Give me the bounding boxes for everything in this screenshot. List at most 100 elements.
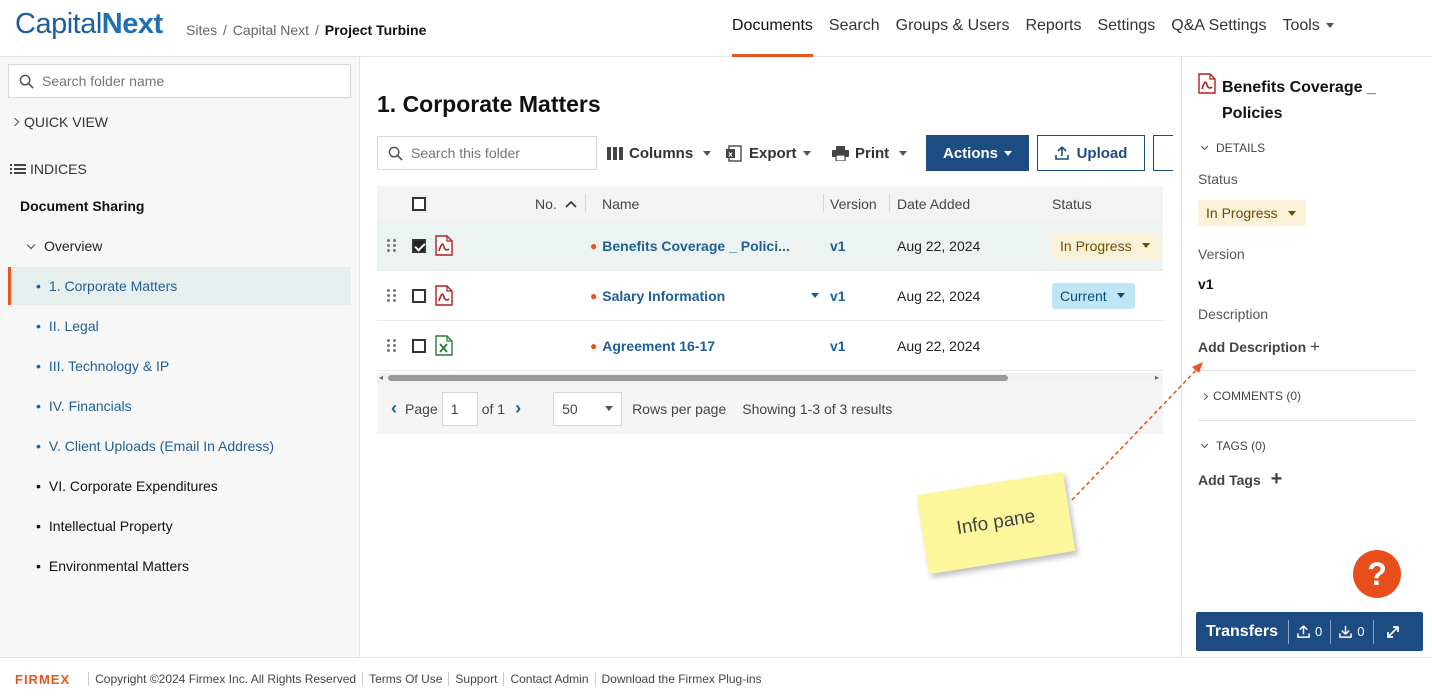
folder-overview[interactable]: Overview — [26, 238, 102, 254]
actions-button[interactable]: Actions — [926, 135, 1029, 171]
nav-search[interactable]: Search — [829, 17, 880, 57]
status-label: Status — [1198, 171, 1238, 187]
info-status-dropdown[interactable]: In Progress — [1198, 200, 1306, 226]
row-checkbox[interactable] — [412, 238, 426, 253]
pdf-file-icon — [1198, 73, 1216, 94]
folder-item-legal[interactable]: • II. Legal — [8, 307, 351, 345]
transfers-label: Transfers — [1206, 622, 1279, 640]
download-plugins-link[interactable]: Download the Firmex Plug-ins — [594, 672, 768, 686]
horizontal-scrollbar[interactable]: ◂ ▸ — [377, 373, 1163, 383]
quick-view-toggle[interactable]: QUICK VIEW — [10, 114, 108, 130]
row-checkbox-cell[interactable] — [412, 221, 426, 270]
transfers-bar[interactable]: Transfers 0 0 — [1196, 612, 1423, 651]
add-tags-button[interactable]: Add Tags + — [1198, 468, 1282, 491]
folder-item-corporate-expenditures[interactable]: • VI. Corporate Expenditures — [8, 467, 351, 505]
indices-toggle[interactable]: INDICES — [10, 161, 87, 177]
col-name[interactable]: Name — [602, 186, 639, 221]
folder-item-technology-ip[interactable]: • III. Technology & IP — [8, 347, 351, 385]
export-button[interactable]: x Export — [726, 145, 811, 162]
nav-groups-users[interactable]: Groups & Users — [896, 17, 1010, 57]
table-row[interactable]: ● Agreement 16-17 v1 Aug 22, 2024 — [377, 321, 1163, 371]
version-link[interactable]: v1 — [830, 271, 846, 320]
columns-button[interactable]: Columns — [607, 145, 712, 162]
chevron-down-icon — [802, 151, 811, 156]
rows-per-page-select[interactable]: 50 — [553, 391, 623, 426]
chevron-down-icon — [1004, 150, 1012, 156]
add-description-button[interactable]: Add Description + — [1198, 337, 1320, 357]
doc-name-link[interactable]: ● Agreement 16-17 — [590, 321, 715, 370]
col-status[interactable]: Status — [1052, 186, 1092, 221]
prev-page-icon[interactable]: ‹ — [391, 398, 397, 419]
nav-tools[interactable]: Tools — [1282, 17, 1334, 57]
folder-item-environmental-matters[interactable]: • Environmental Matters — [8, 547, 351, 585]
terms-link[interactable]: Terms Of Use — [362, 672, 448, 686]
nav-settings[interactable]: Settings — [1097, 17, 1155, 57]
section-document-sharing: Document Sharing — [20, 198, 145, 214]
scrollbar-thumb[interactable] — [388, 375, 1008, 381]
row-menu-caret[interactable] — [805, 271, 819, 320]
nav-documents[interactable]: Documents — [732, 17, 813, 57]
select-all-checkbox[interactable] — [412, 196, 426, 211]
nav-reports[interactable]: Reports — [1025, 17, 1081, 57]
version-link[interactable]: v1 — [830, 221, 846, 270]
folder-item-corporate-matters[interactable]: • 1. Corporate Matters — [8, 267, 351, 305]
scroll-right-arrow-icon[interactable]: ▸ — [1155, 373, 1159, 382]
tags-toggle[interactable]: TAGS (0) — [1200, 439, 1266, 453]
comments-toggle[interactable]: COMMENTS (0) — [1200, 389, 1301, 403]
page-number-input[interactable]: 1 — [441, 391, 478, 426]
row-checkbox[interactable] — [412, 338, 426, 353]
next-page-icon[interactable]: › — [515, 398, 521, 419]
more-toolbar-button[interactable] — [1153, 135, 1173, 171]
status-cell[interactable]: Current — [1052, 271, 1135, 320]
folder-item-intellectual-property[interactable]: • Intellectual Property — [8, 507, 351, 545]
nav-qa-settings[interactable]: Q&A Settings — [1171, 17, 1266, 57]
table-row[interactable]: ● Benefits Coverage _ Polici... v1 Aug 22… — [377, 221, 1163, 271]
select-all-checkbox-cell[interactable] — [412, 186, 426, 221]
breadcrumb-capital-next[interactable]: Capital Next — [233, 22, 309, 38]
download-count[interactable]: 0 — [1331, 624, 1372, 639]
print-button[interactable]: Print — [832, 145, 908, 162]
col-no[interactable]: No. — [535, 186, 577, 221]
pdf-file-icon — [435, 271, 453, 320]
doc-name-link[interactable]: ● Salary Information — [590, 271, 725, 320]
app-logo[interactable]: CapitalNext — [15, 8, 163, 41]
version-link[interactable]: v1 — [830, 321, 846, 370]
table-row[interactable]: ● Salary Information v1 Aug 22, 2024 Curr… — [377, 271, 1163, 321]
drag-handle[interactable] — [387, 321, 397, 370]
expand-transfers[interactable] — [1374, 625, 1408, 639]
date-added: Aug 22, 2024 — [897, 287, 981, 304]
upload-count[interactable]: 0 — [1289, 624, 1330, 639]
breadcrumb-current: Project Turbine — [324, 22, 427, 38]
col-date-added[interactable]: Date Added — [897, 186, 970, 221]
folder-content-search[interactable] — [377, 136, 597, 170]
drag-handle[interactable] — [387, 271, 397, 320]
doc-name-link[interactable]: ● Benefits Coverage _ Polici... — [590, 221, 790, 270]
help-button[interactable]: ? — [1353, 550, 1401, 598]
folder-item-financials[interactable]: • IV. Financials — [8, 387, 351, 425]
support-link[interactable]: Support — [448, 672, 503, 686]
chevron-down-icon — [1200, 142, 1209, 151]
status-dropdown[interactable]: In Progress — [1052, 232, 1160, 259]
folder-search-input[interactable] — [42, 73, 332, 89]
chevron-down-icon — [703, 151, 712, 156]
version-label: Version — [1198, 246, 1245, 262]
folder-search-box[interactable] — [8, 64, 351, 98]
status-dropdown[interactable]: Current — [1052, 282, 1135, 309]
info-pane-title: Benefits Coverage _ Policies — [1222, 79, 1376, 122]
plus-icon: + — [1310, 337, 1320, 356]
excel-file-icon — [435, 321, 453, 370]
upload-icon — [1054, 146, 1069, 160]
breadcrumb-sites[interactable]: Sites — [186, 22, 217, 38]
status-cell[interactable]: In Progress — [1052, 221, 1160, 270]
col-version[interactable]: Version — [830, 186, 877, 221]
row-checkbox-cell[interactable] — [412, 321, 426, 370]
details-toggle[interactable]: DETAILS — [1200, 141, 1265, 155]
drag-handle[interactable] — [387, 221, 397, 270]
scroll-left-arrow-icon[interactable]: ◂ — [379, 373, 383, 382]
folder-item-client-uploads[interactable]: • V. Client Uploads (Email In Address) — [8, 427, 351, 465]
row-checkbox-cell[interactable] — [412, 271, 426, 320]
folder-search-field[interactable] — [411, 145, 581, 161]
contact-admin-link[interactable]: Contact Admin — [503, 672, 594, 686]
upload-button[interactable]: Upload — [1037, 135, 1145, 171]
row-checkbox[interactable] — [412, 288, 426, 303]
